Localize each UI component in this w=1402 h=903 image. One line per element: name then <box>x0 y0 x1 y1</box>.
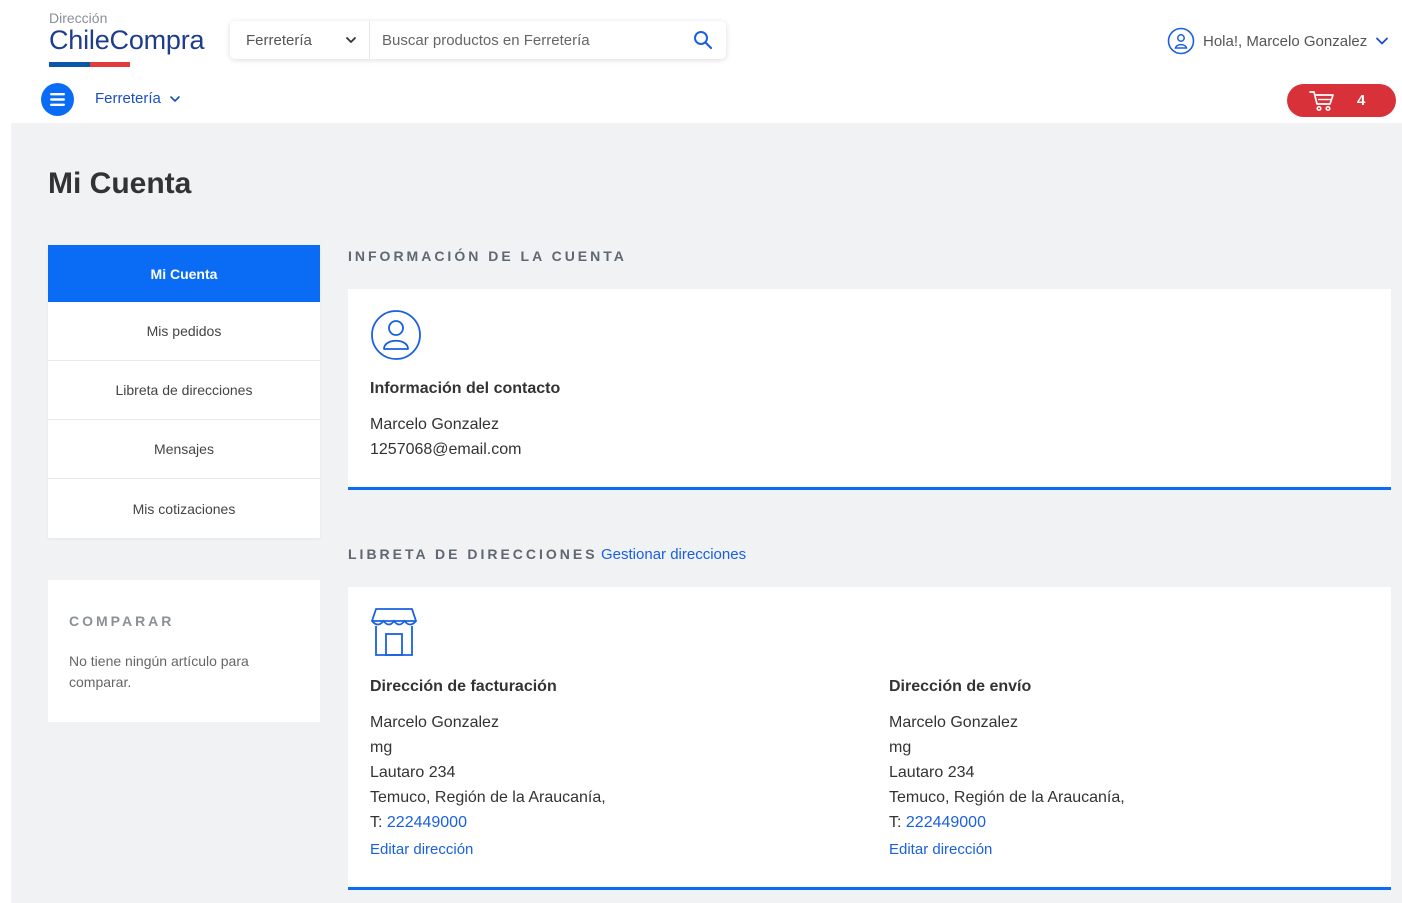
contact-info-heading: Información del contacto <box>370 380 561 397</box>
chevron-down-icon <box>170 95 180 102</box>
search-category-select[interactable]: Ferretería <box>230 21 370 59</box>
billing-address: Dirección de facturación Marcelo Gonzale… <box>370 678 606 858</box>
chevron-down-icon <box>1376 37 1389 45</box>
logo-brand-text: ChileCompra <box>49 25 205 55</box>
billing-company: mg <box>370 739 393 756</box>
user-menu[interactable]: Hola!, Marcelo Gonzalez <box>1167 27 1389 55</box>
sidebar-item-libreta-direcciones[interactable]: Libreta de direcciones <box>48 361 320 420</box>
compare-panel: COMPARAR No tiene ningún artículo para c… <box>48 580 320 722</box>
manage-addresses-link[interactable]: Gestionar direcciones <box>601 546 746 563</box>
sidebar-item-mis-pedidos[interactable]: Mis pedidos <box>48 302 320 361</box>
store-icon <box>371 608 417 656</box>
logo-small-text: Dirección <box>49 10 108 26</box>
search-bar: Ferretería <box>230 21 726 59</box>
contact-info: Información del contacto Marcelo Gonzale… <box>370 380 560 462</box>
chilecompra-logo[interactable]: Dirección ChileCompra <box>49 10 209 70</box>
cart-icon <box>1309 90 1334 111</box>
sidebar-item-mis-cotizaciones[interactable]: Mis cotizaciones <box>48 479 320 538</box>
hamburger-menu-icon <box>50 93 65 106</box>
main-menu-button[interactable] <box>41 83 74 116</box>
shipping-phone-link[interactable]: 222449000 <box>906 814 986 831</box>
sidebar-item-mensajes[interactable]: Mensajes <box>48 420 320 479</box>
shipping-phone-line: T: 222449000 <box>889 810 1125 835</box>
shipping-company: mg <box>889 739 912 756</box>
shipping-name: Marcelo Gonzalez <box>889 714 1018 731</box>
shipping-edit-address-link[interactable]: Editar dirección <box>889 841 1125 858</box>
billing-phone-line: T: 222449000 <box>370 810 606 835</box>
billing-street: Lautaro 234 <box>370 764 456 781</box>
address-book-card: Dirección de facturación Marcelo Gonzale… <box>348 587 1391 890</box>
user-circle-icon <box>1167 27 1195 55</box>
site-header: Dirección ChileCompra Ferretería Hola!, … <box>0 0 1402 123</box>
contact-user-icon <box>371 310 421 360</box>
chevron-down-icon <box>346 37 356 43</box>
sidebar-item-mi-cuenta[interactable]: Mi Cuenta <box>48 245 320 302</box>
billing-name: Marcelo Gonzalez <box>370 714 499 731</box>
billing-address-heading: Dirección de facturación <box>370 678 557 695</box>
address-book-section-title: LIBRETA DE DIRECCIONES <box>348 546 598 562</box>
page-title: Mi Cuenta <box>48 167 192 200</box>
search-input[interactable] <box>370 22 680 58</box>
shipping-street: Lautaro 234 <box>889 764 975 781</box>
contact-email: 1257068@email.com <box>370 441 522 458</box>
billing-phone-prefix: T: <box>370 814 387 831</box>
account-info-section-title: INFORMACIÓN DE LA CUENTA <box>348 248 627 264</box>
compare-title: COMPARAR <box>69 613 175 629</box>
user-greeting: Hola!, Marcelo Gonzalez <box>1203 32 1368 50</box>
main-content: Mi Cuenta Mi Cuenta Mis pedidos Libreta … <box>11 123 1402 903</box>
account-info-card: Información del contacto Marcelo Gonzale… <box>348 289 1391 490</box>
logo-flag-bar <box>49 62 130 67</box>
cart-count: 4 <box>1357 92 1366 109</box>
compare-empty-text: No tiene ningún artículo para comparar. <box>69 653 249 690</box>
contact-name: Marcelo Gonzalez <box>370 416 499 433</box>
billing-phone-link[interactable]: 222449000 <box>387 814 467 831</box>
shipping-address-heading: Dirección de envío <box>889 678 1032 695</box>
cart-button[interactable]: 4 <box>1287 84 1396 117</box>
search-icon <box>694 31 713 50</box>
billing-city: Temuco, Región de la Araucanía, <box>370 789 606 806</box>
search-button[interactable] <box>680 21 726 59</box>
shipping-phone-prefix: T: <box>889 814 906 831</box>
category-nav-label: Ferretería <box>95 90 161 107</box>
billing-edit-address-link[interactable]: Editar dirección <box>370 841 606 858</box>
category-nav-dropdown[interactable]: Ferretería <box>95 90 181 107</box>
account-sidebar: Mi Cuenta Mis pedidos Libreta de direcci… <box>48 245 320 538</box>
shipping-address: Dirección de envío Marcelo Gonzalez mg L… <box>889 678 1125 858</box>
search-category-label: Ferretería <box>246 31 312 49</box>
shipping-city: Temuco, Región de la Araucanía, <box>889 789 1125 806</box>
